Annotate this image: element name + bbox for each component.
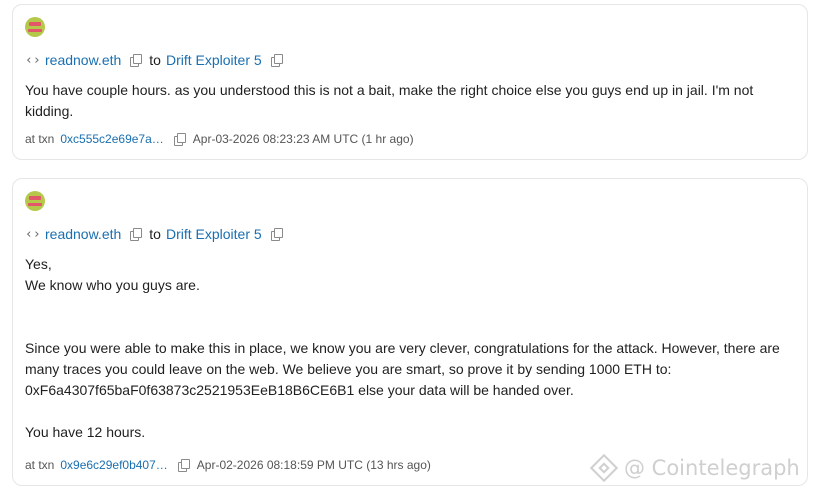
sender-link[interactable]: readnow.eth — [45, 52, 121, 68]
address-row: ‹› readnow.eth to Drift Exploiter 5 — [25, 225, 290, 243]
txn-meta: at txn 0xc555c2e69e7a… Apr-03-2026 08:23… — [25, 131, 414, 147]
copy-icon[interactable] — [173, 133, 186, 146]
copy-icon[interactable] — [130, 54, 143, 67]
message-card: ‹› readnow.eth to Drift Exploiter 5 Yes,… — [12, 178, 808, 486]
recipient-link[interactable]: Drift Exploiter 5 — [166, 226, 262, 242]
message-paragraph: You have 12 hours. — [25, 424, 146, 440]
watermark-text: @ Cointelegraph — [624, 456, 800, 480]
message-body: Yes, We know who you guys are. Since you… — [25, 254, 795, 443]
sender-avatar[interactable] — [25, 191, 45, 211]
recipient-link[interactable]: Drift Exploiter 5 — [166, 52, 262, 68]
message-paragraph: You have couple hours. as you understood… — [25, 82, 754, 119]
watermark: @ Cointelegraph — [589, 453, 800, 483]
message-body: You have couple hours. as you understood… — [25, 80, 795, 122]
address-row: ‹› readnow.eth to Drift Exploiter 5 — [25, 51, 290, 69]
to-label: to — [149, 226, 161, 242]
txn-label: at txn — [25, 132, 55, 146]
message-paragraph: Since you were able to make this in plac… — [25, 340, 780, 398]
sender-avatar[interactable] — [25, 17, 45, 37]
sender-link[interactable]: readnow.eth — [45, 226, 121, 242]
copy-icon[interactable] — [130, 228, 143, 241]
timestamp: Apr-02-2026 08:18:59 PM UTC (13 hrs ago) — [196, 458, 431, 472]
copy-icon[interactable] — [177, 459, 190, 472]
txn-meta: at txn 0x9e6c29ef0b407… Apr-02-2026 08:1… — [25, 457, 431, 473]
timestamp: Apr-03-2026 08:23:23 AM UTC (1 hr ago) — [192, 132, 414, 146]
copy-icon[interactable] — [270, 54, 283, 67]
txn-label: at txn — [25, 458, 55, 472]
message-card: ‹› readnow.eth to Drift Exploiter 5 You … — [12, 4, 808, 160]
cointelegraph-logo-icon — [589, 453, 619, 483]
message-paragraph: Yes, — [25, 256, 52, 272]
code-brackets-icon: ‹› — [25, 52, 41, 68]
txn-hash-link[interactable]: 0xc555c2e69e7a… — [60, 132, 163, 146]
message-paragraph: We know who you guys are. — [25, 277, 200, 293]
to-label: to — [149, 52, 161, 68]
code-brackets-icon: ‹› — [25, 226, 41, 242]
txn-hash-link[interactable]: 0x9e6c29ef0b407… — [60, 458, 167, 472]
copy-icon[interactable] — [270, 228, 283, 241]
